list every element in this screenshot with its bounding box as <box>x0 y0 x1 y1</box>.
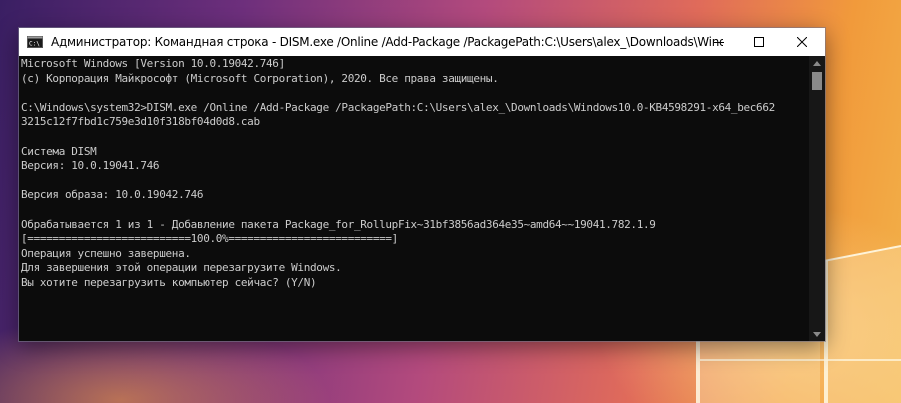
console-line: Версия: 10.0.19041.746 <box>21 159 160 173</box>
console-line: (c) Корпорация Майкрософт (Microsoft Cor… <box>21 71 499 85</box>
progress-line: [==========================100.0%=======… <box>21 232 398 246</box>
scroll-up-button[interactable] <box>809 56 825 70</box>
close-icon <box>797 37 807 47</box>
console-line: Microsoft Windows [Version 10.0.19042.74… <box>21 57 285 70</box>
svg-text:C:\: C:\ <box>29 41 40 48</box>
console-text: Microsoft Windows [Version 10.0.19042.74… <box>19 56 809 291</box>
command-prompt-window[interactable]: C:\ Администратор: Командная строка - DI… <box>19 28 825 341</box>
vertical-scrollbar[interactable] <box>809 56 825 341</box>
console-line: Cистема DISM <box>21 144 97 158</box>
console-line: Для завершения этой операции перезагрузи… <box>21 261 342 275</box>
cmd-icon: C:\ <box>27 36 43 48</box>
scroll-thumb[interactable] <box>812 72 822 90</box>
maximize-icon <box>754 37 764 47</box>
console-line: Версия образа: 10.0.19042.746 <box>21 188 204 202</box>
close-button[interactable] <box>782 28 822 56</box>
scroll-down-button[interactable] <box>809 327 825 341</box>
console-line: 3215c12f7fbd1c759e3d10f318bf04d0d8.cab <box>21 115 260 129</box>
console-line: Операция успешно завершена. <box>21 246 191 260</box>
console-line: Обрабатывается 1 из 1 - Добавление пакет… <box>21 217 656 231</box>
minimize-button[interactable] <box>699 28 739 56</box>
scroll-up-icon <box>813 60 821 66</box>
console-line: C:\Windows\system32>DISM.exe /Online /Ad… <box>21 100 775 114</box>
restart-prompt-line: Вы хотите перезагрузить компьютер сейчас… <box>21 275 317 289</box>
minimize-icon <box>714 42 724 43</box>
maximize-button[interactable] <box>739 28 779 56</box>
console-output[interactable]: Microsoft Windows [Version 10.0.19042.74… <box>19 56 809 341</box>
window-title: Администратор: Командная строка - DISM.e… <box>51 35 723 49</box>
scroll-down-icon <box>813 331 821 337</box>
title-bar[interactable]: C:\ Администратор: Командная строка - DI… <box>19 28 825 56</box>
